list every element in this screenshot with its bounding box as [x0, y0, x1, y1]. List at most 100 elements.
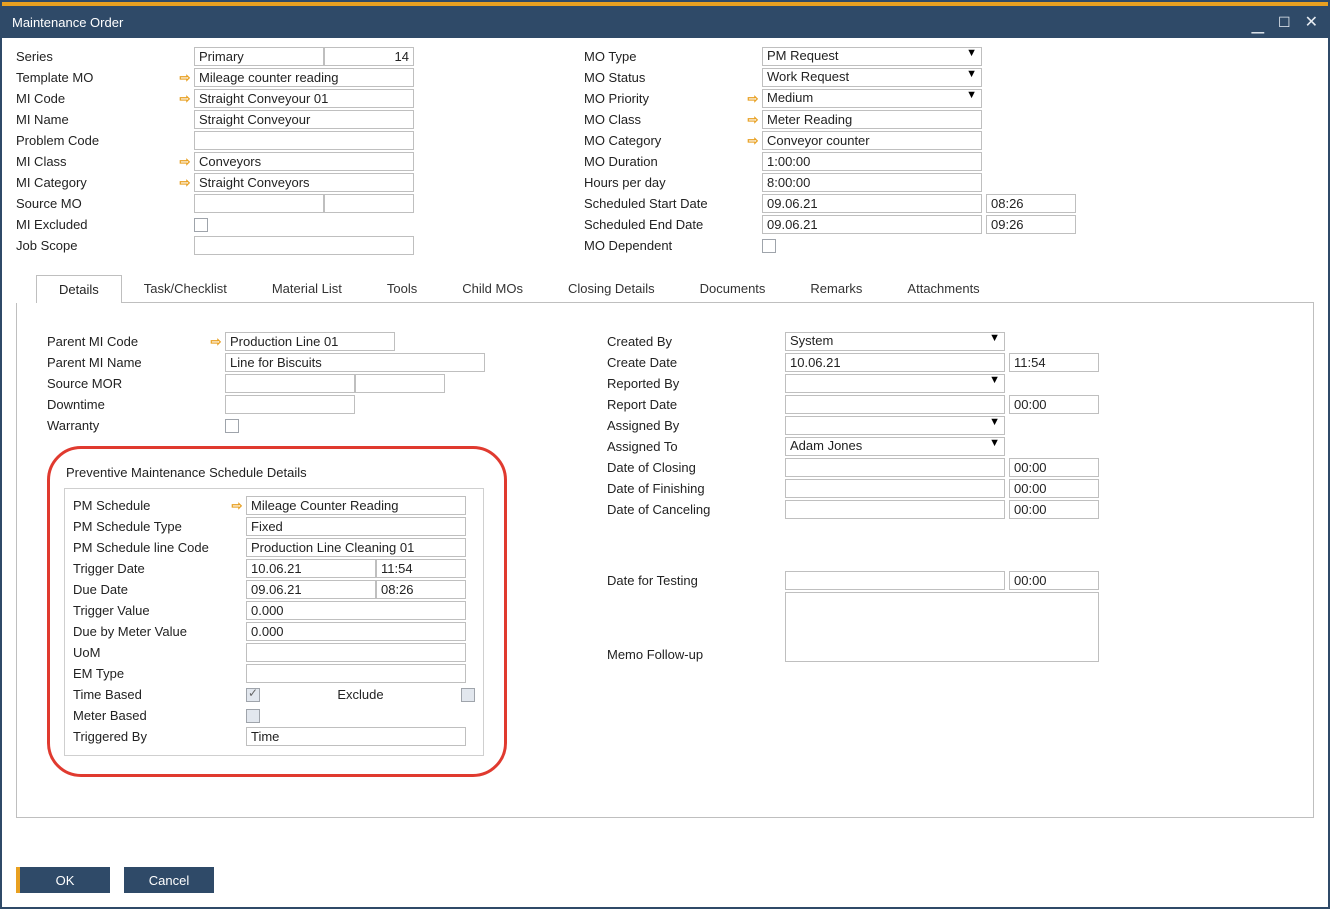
mi-code-input[interactable] — [194, 89, 414, 108]
arrow-icon[interactable]: ⇨ — [228, 498, 246, 514]
mi-category-input[interactable] — [194, 173, 414, 192]
mo-status-select[interactable]: Work Request ▼ — [762, 68, 982, 87]
due-time-input[interactable] — [376, 580, 466, 599]
pm-schedule-line-code-label: PM Schedule line Code — [73, 540, 228, 555]
tab-task-checklist[interactable]: Task/Checklist — [121, 274, 250, 302]
mo-dependent-checkbox[interactable] — [762, 239, 776, 253]
tab-panel-details: Parent MI Code ⇨ Parent MI Name ⇨ Source… — [16, 303, 1314, 818]
tab-details[interactable]: Details — [36, 275, 122, 303]
mo-priority-select[interactable]: Medium ▼ — [762, 89, 982, 108]
create-date-input[interactable] — [785, 353, 1005, 372]
close-icon[interactable]: ✕ — [1305, 12, 1318, 32]
sched-start-date-input[interactable] — [762, 194, 982, 213]
ok-button[interactable]: OK — [20, 867, 110, 893]
parent-mi-name-label: Parent MI Name — [47, 355, 207, 370]
mo-category-input[interactable] — [762, 131, 982, 150]
series-value-input[interactable] — [194, 47, 324, 66]
pm-schedule-line-code-input[interactable] — [246, 538, 466, 557]
tab-closing-details[interactable]: Closing Details — [545, 274, 678, 302]
hours-per-day-label: Hours per day — [584, 175, 744, 190]
downtime-input[interactable] — [225, 395, 355, 414]
minimize-icon[interactable]: _ — [1252, 17, 1264, 27]
warranty-checkbox[interactable] — [225, 419, 239, 433]
parent-mi-code-input[interactable] — [225, 332, 395, 351]
mi-excluded-checkbox[interactable] — [194, 218, 208, 232]
pm-schedule-type-input[interactable] — [246, 517, 466, 536]
arrow-icon[interactable]: ⇨ — [176, 154, 194, 170]
sched-start-label: Scheduled Start Date — [584, 196, 744, 211]
maximize-icon[interactable]: ☐ — [1278, 14, 1291, 31]
memo-followup-label: Memo Follow-up — [607, 647, 767, 662]
date-testing-input[interactable] — [785, 571, 1005, 590]
arrow-icon[interactable]: ⇨ — [176, 70, 194, 86]
parent-mi-name-input[interactable] — [225, 353, 485, 372]
mi-name-input[interactable] — [194, 110, 414, 129]
tab-documents[interactable]: Documents — [677, 274, 789, 302]
details-right-col: Created By ⇨ System ▼ Create Date ⇨ — [607, 331, 1099, 777]
mo-status-label: MO Status — [584, 70, 744, 85]
date-finishing-time-input[interactable] — [1009, 479, 1099, 498]
cancel-button[interactable]: Cancel — [124, 867, 214, 893]
em-type-input[interactable] — [246, 664, 466, 683]
time-based-checkbox — [246, 688, 260, 702]
warranty-label: Warranty — [47, 418, 207, 433]
sched-end-label: Scheduled End Date — [584, 217, 744, 232]
uom-input[interactable] — [246, 643, 466, 662]
hours-per-day-input[interactable] — [762, 173, 982, 192]
problem-code-input[interactable] — [194, 131, 414, 150]
arrow-icon[interactable]: ⇨ — [744, 112, 762, 128]
report-time-input[interactable] — [1009, 395, 1099, 414]
trigger-value-label: Trigger Value — [73, 603, 228, 618]
job-scope-input[interactable] — [194, 236, 414, 255]
mo-duration-input[interactable] — [762, 152, 982, 171]
assigned-by-select[interactable]: ▼ — [785, 416, 1005, 435]
date-testing-time-input[interactable] — [1009, 571, 1099, 590]
arrow-icon[interactable]: ⇨ — [744, 91, 762, 107]
template-mo-input[interactable] — [194, 68, 414, 87]
date-canceling-time-input[interactable] — [1009, 500, 1099, 519]
created-by-value: System — [790, 333, 833, 348]
sched-end-time-input[interactable] — [986, 215, 1076, 234]
tab-remarks[interactable]: Remarks — [787, 274, 885, 302]
pm-schedule-details-highlight: Preventive Maintenance Schedule Details … — [47, 446, 507, 777]
tab-child-mos[interactable]: Child MOs — [439, 274, 546, 302]
tab-tools[interactable]: Tools — [364, 274, 440, 302]
date-canceling-input[interactable] — [785, 500, 1005, 519]
arrow-icon[interactable]: ⇨ — [176, 91, 194, 107]
date-finishing-input[interactable] — [785, 479, 1005, 498]
report-date-input[interactable] — [785, 395, 1005, 414]
reported-by-select[interactable]: ▼ — [785, 374, 1005, 393]
trigger-date-input[interactable] — [246, 559, 376, 578]
date-closing-input[interactable] — [785, 458, 1005, 477]
due-by-meter-input[interactable] — [246, 622, 466, 641]
sched-start-time-input[interactable] — [986, 194, 1076, 213]
series-number-input[interactable] — [324, 47, 414, 66]
due-date-input[interactable] — [246, 580, 376, 599]
caret-down-icon: ▼ — [989, 437, 1000, 449]
assigned-to-select[interactable]: Adam Jones ▼ — [785, 437, 1005, 456]
source-mor-input-2[interactable] — [355, 374, 445, 393]
arrow-icon[interactable]: ⇨ — [207, 334, 225, 350]
source-mo-input-1[interactable] — [194, 194, 324, 213]
sched-end-date-input[interactable] — [762, 215, 982, 234]
mi-class-input[interactable] — [194, 152, 414, 171]
triggered-by-input[interactable] — [246, 727, 466, 746]
trigger-time-input[interactable] — [376, 559, 466, 578]
arrow-icon[interactable]: ⇨ — [176, 175, 194, 191]
memo-followup-textarea[interactable] — [785, 592, 1099, 662]
tab-material-list[interactable]: Material List — [249, 274, 365, 302]
create-time-input[interactable] — [1009, 353, 1099, 372]
header-right-col: MO Type ⇨ PM Request ▼ MO Status ⇨ Work … — [584, 46, 1076, 256]
source-mo-input-2[interactable] — [324, 194, 414, 213]
trigger-value-input[interactable] — [246, 601, 466, 620]
mo-type-select[interactable]: PM Request ▼ — [762, 47, 982, 66]
arrow-icon[interactable]: ⇨ — [744, 133, 762, 149]
caret-down-icon: ▼ — [989, 332, 1000, 344]
mo-class-input[interactable] — [762, 110, 982, 129]
date-closing-time-input[interactable] — [1009, 458, 1099, 477]
tab-attachments[interactable]: Attachments — [884, 274, 1002, 302]
source-mor-input-1[interactable] — [225, 374, 355, 393]
trigger-date-label: Trigger Date — [73, 561, 228, 576]
pm-schedule-input[interactable] — [246, 496, 466, 515]
created-by-select[interactable]: System ▼ — [785, 332, 1005, 351]
